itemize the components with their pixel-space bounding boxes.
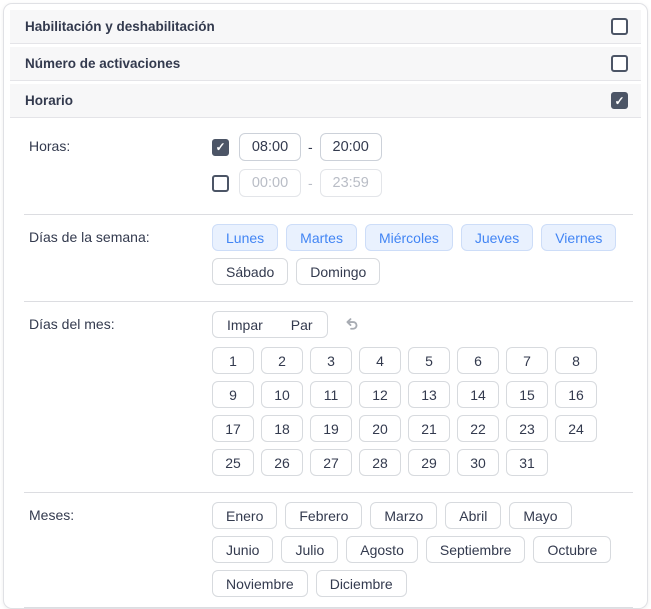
weekdays-label: Días de la semana:: [10, 224, 212, 292]
parity-row: Impar Par: [212, 311, 641, 338]
time-range-checkbox[interactable]: [212, 139, 229, 156]
month-day-button[interactable]: 9: [212, 381, 254, 408]
month-button[interactable]: Diciembre: [316, 570, 407, 597]
month-day-button[interactable]: 4: [359, 347, 401, 374]
month-day-button[interactable]: 27: [310, 449, 352, 476]
hours-section: Horas: - -: [10, 121, 641, 214]
month-day-button[interactable]: 31: [506, 449, 548, 476]
month-day-button[interactable]: 30: [457, 449, 499, 476]
month-day-grid: 1234567891011121314151617181920212223242…: [212, 347, 606, 483]
months-section: Meses: Enero Febrero Marzo Abril Mayo Junio Ju…: [10, 493, 641, 607]
month-button[interactable]: Octubre: [533, 536, 611, 563]
month-days-label: Días del mes:: [10, 311, 212, 483]
month-day-button[interactable]: 25: [212, 449, 254, 476]
month-day-button[interactable]: 20: [359, 415, 401, 442]
time-separator: -: [308, 139, 313, 155]
month-day-button[interactable]: 2: [261, 347, 303, 374]
month-buttons: Enero Febrero Marzo Abril Mayo Junio Julio Agos…: [212, 502, 632, 604]
reset-days-button[interactable]: [342, 313, 363, 337]
month-day-button[interactable]: 18: [261, 415, 303, 442]
month-day-button[interactable]: 5: [408, 347, 450, 374]
section-label: Horario: [25, 93, 73, 108]
section-label: Número de activaciones: [25, 56, 180, 71]
time-to-input[interactable]: [320, 169, 382, 197]
section-checkbox[interactable]: [611, 92, 628, 109]
time-from-input[interactable]: [239, 133, 301, 161]
month-button[interactable]: Agosto: [346, 536, 418, 563]
month-day-button[interactable]: 21: [408, 415, 450, 442]
month-day-button[interactable]: 6: [457, 347, 499, 374]
month-button[interactable]: Abril: [445, 502, 501, 529]
even-days-button[interactable]: Par: [277, 312, 327, 337]
weekday-buttons: Lunes Martes Miércoles Jueves Viernes Sábado D…: [212, 224, 625, 292]
section-checkbox[interactable]: [611, 55, 628, 72]
month-day-button[interactable]: 10: [261, 381, 303, 408]
months-label: Meses:: [10, 502, 212, 604]
month-day-button[interactable]: 7: [506, 347, 548, 374]
time-range-row-2: -: [212, 169, 641, 197]
section-header-enable-disable[interactable]: Habilitación y deshabilitación: [10, 10, 641, 44]
time-separator: -: [308, 175, 313, 191]
month-button[interactable]: Noviembre: [212, 570, 308, 597]
time-range-row-1: -: [212, 133, 641, 161]
month-button[interactable]: Junio: [212, 536, 273, 563]
month-button[interactable]: Enero: [212, 502, 277, 529]
section-header-activation-count[interactable]: Número de activaciones: [10, 47, 641, 81]
month-day-button[interactable]: 16: [555, 381, 597, 408]
month-day-button[interactable]: 14: [457, 381, 499, 408]
odd-days-button[interactable]: Impar: [213, 312, 277, 337]
month-day-button[interactable]: 8: [555, 347, 597, 374]
section-header-schedule[interactable]: Horario: [10, 84, 641, 118]
month-day-button[interactable]: 12: [359, 381, 401, 408]
parity-toggle-group: Impar Par: [212, 311, 328, 338]
section-label: Habilitación y deshabilitación: [25, 19, 215, 34]
weekday-button[interactable]: Viernes: [541, 224, 616, 251]
weekday-button[interactable]: Sábado: [212, 258, 288, 285]
month-day-button[interactable]: 17: [212, 415, 254, 442]
month-day-button[interactable]: 22: [457, 415, 499, 442]
section-checkbox[interactable]: [611, 18, 628, 35]
month-day-button[interactable]: 11: [310, 381, 352, 408]
month-day-button[interactable]: 29: [408, 449, 450, 476]
month-day-button[interactable]: 28: [359, 449, 401, 476]
month-day-button[interactable]: 24: [555, 415, 597, 442]
month-day-button[interactable]: 19: [310, 415, 352, 442]
weekday-button[interactable]: Jueves: [461, 224, 533, 251]
weekdays-section: Días de la semana: Lunes Martes Miércoles J…: [10, 215, 641, 301]
month-day-button[interactable]: 15: [506, 381, 548, 408]
time-to-input[interactable]: [320, 133, 382, 161]
schedule-settings-panel: Habilitación y deshabilitación Número de…: [3, 3, 648, 609]
weekday-button[interactable]: Domingo: [296, 258, 380, 285]
month-days-section: Días del mes: Impar Par 1234567891011121…: [10, 302, 641, 492]
month-day-button[interactable]: 1: [212, 347, 254, 374]
month-day-button[interactable]: 13: [408, 381, 450, 408]
month-button[interactable]: Mayo: [509, 502, 571, 529]
weekday-button[interactable]: Lunes: [212, 224, 278, 251]
time-range-checkbox[interactable]: [212, 175, 229, 192]
weekday-button[interactable]: Martes: [286, 224, 357, 251]
time-from-input[interactable]: [239, 169, 301, 197]
undo-icon: [344, 315, 361, 332]
month-button[interactable]: Febrero: [285, 502, 362, 529]
divider: [24, 607, 633, 608]
month-day-button[interactable]: 23: [506, 415, 548, 442]
month-day-button[interactable]: 26: [261, 449, 303, 476]
month-button[interactable]: Julio: [281, 536, 338, 563]
hours-label: Horas:: [10, 133, 212, 205]
month-button[interactable]: Septiembre: [426, 536, 526, 563]
weekday-button[interactable]: Miércoles: [365, 224, 453, 251]
month-button[interactable]: Marzo: [370, 502, 437, 529]
month-day-button[interactable]: 3: [310, 347, 352, 374]
